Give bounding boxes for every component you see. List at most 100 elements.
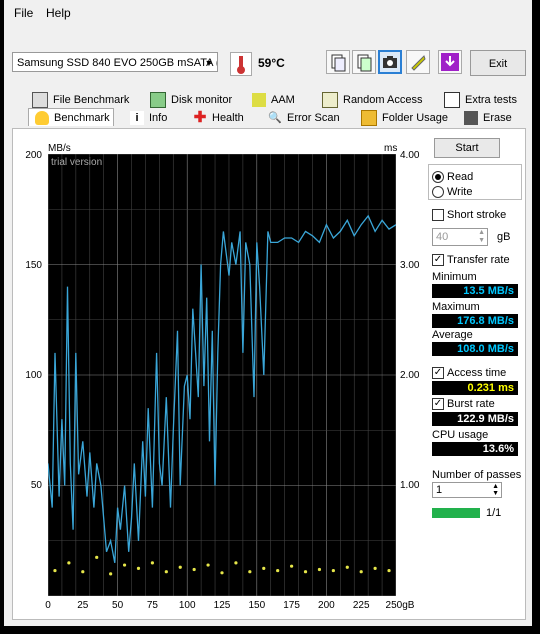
tab-info-label: Info [149, 112, 168, 124]
wrench-icon [411, 55, 426, 71]
speaker-icon [252, 93, 266, 108]
camera-icon [383, 56, 397, 68]
tab-aam[interactable]: AAM [252, 91, 295, 109]
access-time-point [81, 570, 85, 574]
tab-file-benchmark-label: File Benchmark [53, 94, 130, 106]
burst-rate-value: 122.9 MB/s [432, 412, 518, 426]
read-label: Read [447, 171, 474, 183]
maximum-value: 176.8 MB/s [432, 314, 518, 328]
screenshot-button[interactable] [378, 50, 402, 74]
access-time-point [303, 570, 308, 574]
access-time-point [150, 561, 154, 565]
access-time-point [331, 568, 335, 573]
watermark: trial version [51, 157, 103, 168]
y-left-tick-100: 100 [25, 370, 42, 381]
write-label: Write [447, 186, 473, 198]
access-time-point [290, 564, 294, 568]
tab-error-scan[interactable]: 🔍 Error Scan [268, 109, 339, 127]
tab-benchmark[interactable]: Benchmark [28, 108, 114, 126]
tab-disk-monitor-label: Disk monitor [171, 94, 233, 106]
transfer-rate-checkbox[interactable]: ✓ Transfer rate [432, 254, 510, 267]
progress-bar [432, 508, 480, 518]
tab-random-access[interactable]: Random Access [322, 91, 422, 109]
tab-erase[interactable]: Erase [464, 109, 512, 127]
tab-folder-usage-label: Folder Usage [382, 112, 449, 124]
y-right-tick-4: 4.00 [400, 150, 420, 161]
access-time-point [122, 563, 127, 567]
tab-extra-tests[interactable]: Extra tests [444, 91, 517, 109]
stroke-stepper[interactable]: 40 ▲ ▼ [432, 228, 488, 246]
y-left-tick-50: 50 [30, 480, 42, 491]
copy-text-button[interactable] [326, 50, 350, 74]
tab-disk-monitor[interactable]: Disk monitor [150, 91, 232, 109]
list-icon [444, 92, 460, 109]
average-value: 108.0 MB/s [432, 342, 518, 356]
spin-arrows-icon: ▲ ▼ [492, 483, 499, 497]
access-time-point [248, 570, 252, 574]
access-time-point [387, 568, 391, 573]
benchmark-chart [48, 154, 396, 596]
thermometer-icon [230, 52, 252, 76]
cpu-usage-label: CPU usage [432, 429, 489, 441]
short-stroke-checkbox[interactable]: Short stroke [432, 209, 507, 222]
copy-image-button[interactable] [352, 50, 376, 74]
menu-help[interactable]: Help [46, 6, 71, 20]
tab-health[interactable]: ✚ Health [193, 109, 244, 127]
short-stroke-label: Short stroke [447, 209, 507, 221]
maximum-label: Maximum [432, 301, 480, 313]
x-tick-label: 175 [283, 600, 300, 611]
access-time-point [67, 561, 71, 565]
access-time-point [317, 567, 322, 572]
access-time-point [373, 566, 377, 570]
access-time-point [136, 566, 141, 570]
tab-extra-tests-label: Extra tests [465, 94, 517, 106]
options-button[interactable] [406, 50, 430, 74]
access-time-point [220, 571, 224, 575]
tab-benchmark-label: Benchmark [54, 112, 110, 124]
access-time-point [262, 566, 266, 570]
x-tick-label: 200 [318, 600, 335, 611]
start-button[interactable]: Start [434, 138, 500, 158]
access-time-point [192, 567, 196, 572]
access-time-point [276, 568, 280, 573]
menu-file[interactable]: File [14, 6, 33, 20]
tab-folder-usage[interactable]: Folder Usage [361, 109, 448, 127]
access-time-point [109, 572, 113, 576]
x-tick-label: 50 [112, 600, 124, 611]
passes-stepper[interactable]: 1 ▲ ▼ [432, 482, 502, 498]
stroke-unit: gB [497, 231, 511, 243]
tab-health-label: Health [212, 112, 244, 124]
folder-icon [361, 110, 377, 127]
burst-rate-label: Burst rate [447, 398, 495, 410]
access-time-point [53, 568, 57, 573]
read-radio[interactable]: Read [432, 171, 474, 184]
monitor-icon [150, 92, 166, 109]
download-arrow-icon [441, 53, 459, 71]
access-time-checkbox[interactable]: ✓ Access time [432, 367, 507, 380]
info-icon: i [130, 111, 144, 126]
exit-button[interactable]: Exit [470, 50, 526, 76]
access-time-point [206, 563, 210, 567]
transfer-rate-label: Transfer rate [447, 254, 510, 266]
passes-label: Number of passes [432, 469, 522, 481]
access-time-label: Access time [447, 367, 507, 379]
access-time-point [164, 570, 168, 574]
copy-image-icon [357, 54, 372, 72]
trash-icon [464, 111, 478, 126]
tab-aam-label: AAM [271, 94, 295, 106]
drive-select[interactable]: Samsung SSD 840 EVO 250GB mSATA (2 ▼ [12, 52, 218, 72]
menu-bar: File Help [4, 0, 532, 22]
y-right-tick-2: 2.00 [400, 370, 420, 381]
access-time-point [178, 565, 182, 569]
x-tick-label: 125 [213, 600, 231, 611]
passes-value: 1 [436, 484, 443, 496]
tab-file-benchmark[interactable]: File Benchmark [32, 91, 129, 109]
tab-info[interactable]: i Info [130, 109, 167, 127]
stroke-value: 40 [436, 231, 449, 243]
save-button[interactable] [438, 50, 462, 74]
file-icon [32, 92, 48, 109]
write-radio[interactable]: Write [432, 186, 473, 199]
radio-off-icon [432, 186, 444, 199]
y-right-tick-3: 3.00 [400, 260, 420, 271]
burst-rate-checkbox[interactable]: ✓ Burst rate [432, 398, 495, 411]
